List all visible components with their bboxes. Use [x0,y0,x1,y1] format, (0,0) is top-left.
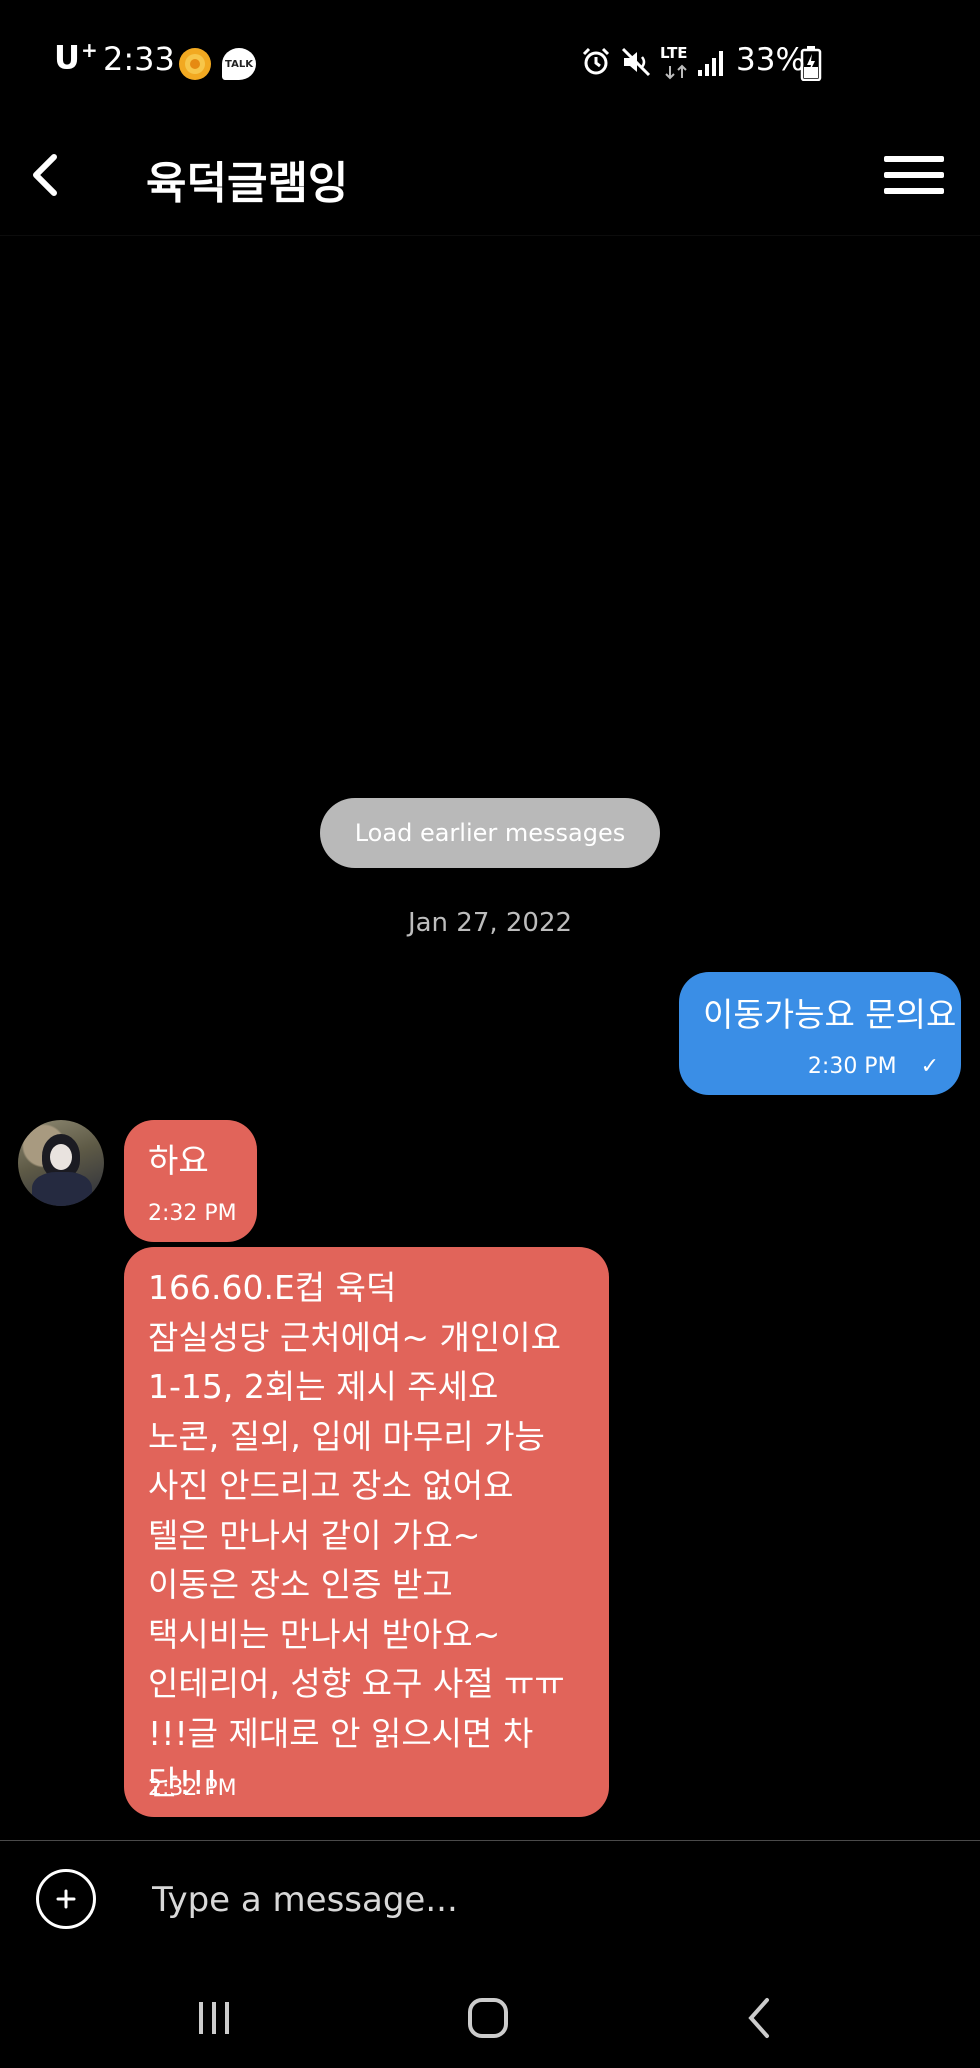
back-button[interactable] [14,143,78,207]
message-input[interactable] [150,1865,934,1935]
outgoing-message-bubble[interactable]: 이동가능요 문의요 2:30 PM ✓ [679,972,961,1095]
hamburger-menu-icon [884,156,944,162]
plus-circle-icon [56,1889,76,1909]
avatar[interactable] [18,1120,104,1206]
avatar-body [32,1172,92,1206]
date-separator: Jan 27, 2022 [407,908,573,938]
recent-apps-icon [199,2002,229,2034]
nav-back-icon [748,1998,769,2038]
mute-icon [621,47,651,77]
home-button[interactable] [458,1988,518,2048]
kakaotalk-notification-icon: TALK [222,48,256,80]
add-attachment-button[interactable] [36,1869,96,1929]
message-text: 이동가능요 문의요 [703,995,957,1034]
nav-back-button[interactable] [730,1988,790,2048]
chevron-left-icon [33,154,57,196]
status-clock: 2:33 [103,40,175,78]
battery-percent: 33% [736,42,805,78]
status-bar: U+ 2:33 TALK LTE 33% [0,0,980,125]
message-meta: 2:30 PM ✓ [808,1054,939,1079]
home-icon [468,1998,508,2038]
carrier-text: U [54,38,81,77]
system-nav-bar [0,1958,980,2068]
menu-button[interactable] [884,145,944,205]
incoming-message-bubble[interactable]: 하요 2:32 PM [124,1120,257,1242]
load-earlier-button[interactable]: Load earlier messages [320,798,660,868]
message-text: 166.60.E컵 육덕 잠실성당 근처에여~ 개인이요 1-15, 2회는 제… [148,1268,565,1802]
battery-charging-icon [800,46,822,81]
sent-check-icon: ✓ [920,1054,939,1079]
message-time: 2:32 PM [148,1201,237,1226]
hamburger-menu-icon-line [884,188,944,194]
carrier-label: U+ [54,38,99,77]
chat-header: 육덕글램잉 [0,125,980,236]
signal-icon [698,51,723,76]
notification-app-icon [179,48,211,80]
alarm-icon [582,47,610,75]
message-composer [0,1840,980,1959]
avatar-face [50,1144,72,1170]
recent-apps-button[interactable] [184,1988,244,2048]
message-time: 2:30 PM [807,1054,897,1079]
incoming-message-bubble[interactable]: 166.60.E컵 육덕 잠실성당 근처에여~ 개인이요 1-15, 2회는 제… [124,1247,609,1817]
data-arrows-icon [665,64,687,80]
page-title: 육덕글램잉 [146,158,349,209]
hamburger-menu-icon-line [884,172,944,178]
message-text: 하요 [148,1141,209,1180]
carrier-sup: + [80,38,99,62]
message-time: 2:32 PM [148,1776,237,1801]
network-type-label: LTE [660,44,688,62]
